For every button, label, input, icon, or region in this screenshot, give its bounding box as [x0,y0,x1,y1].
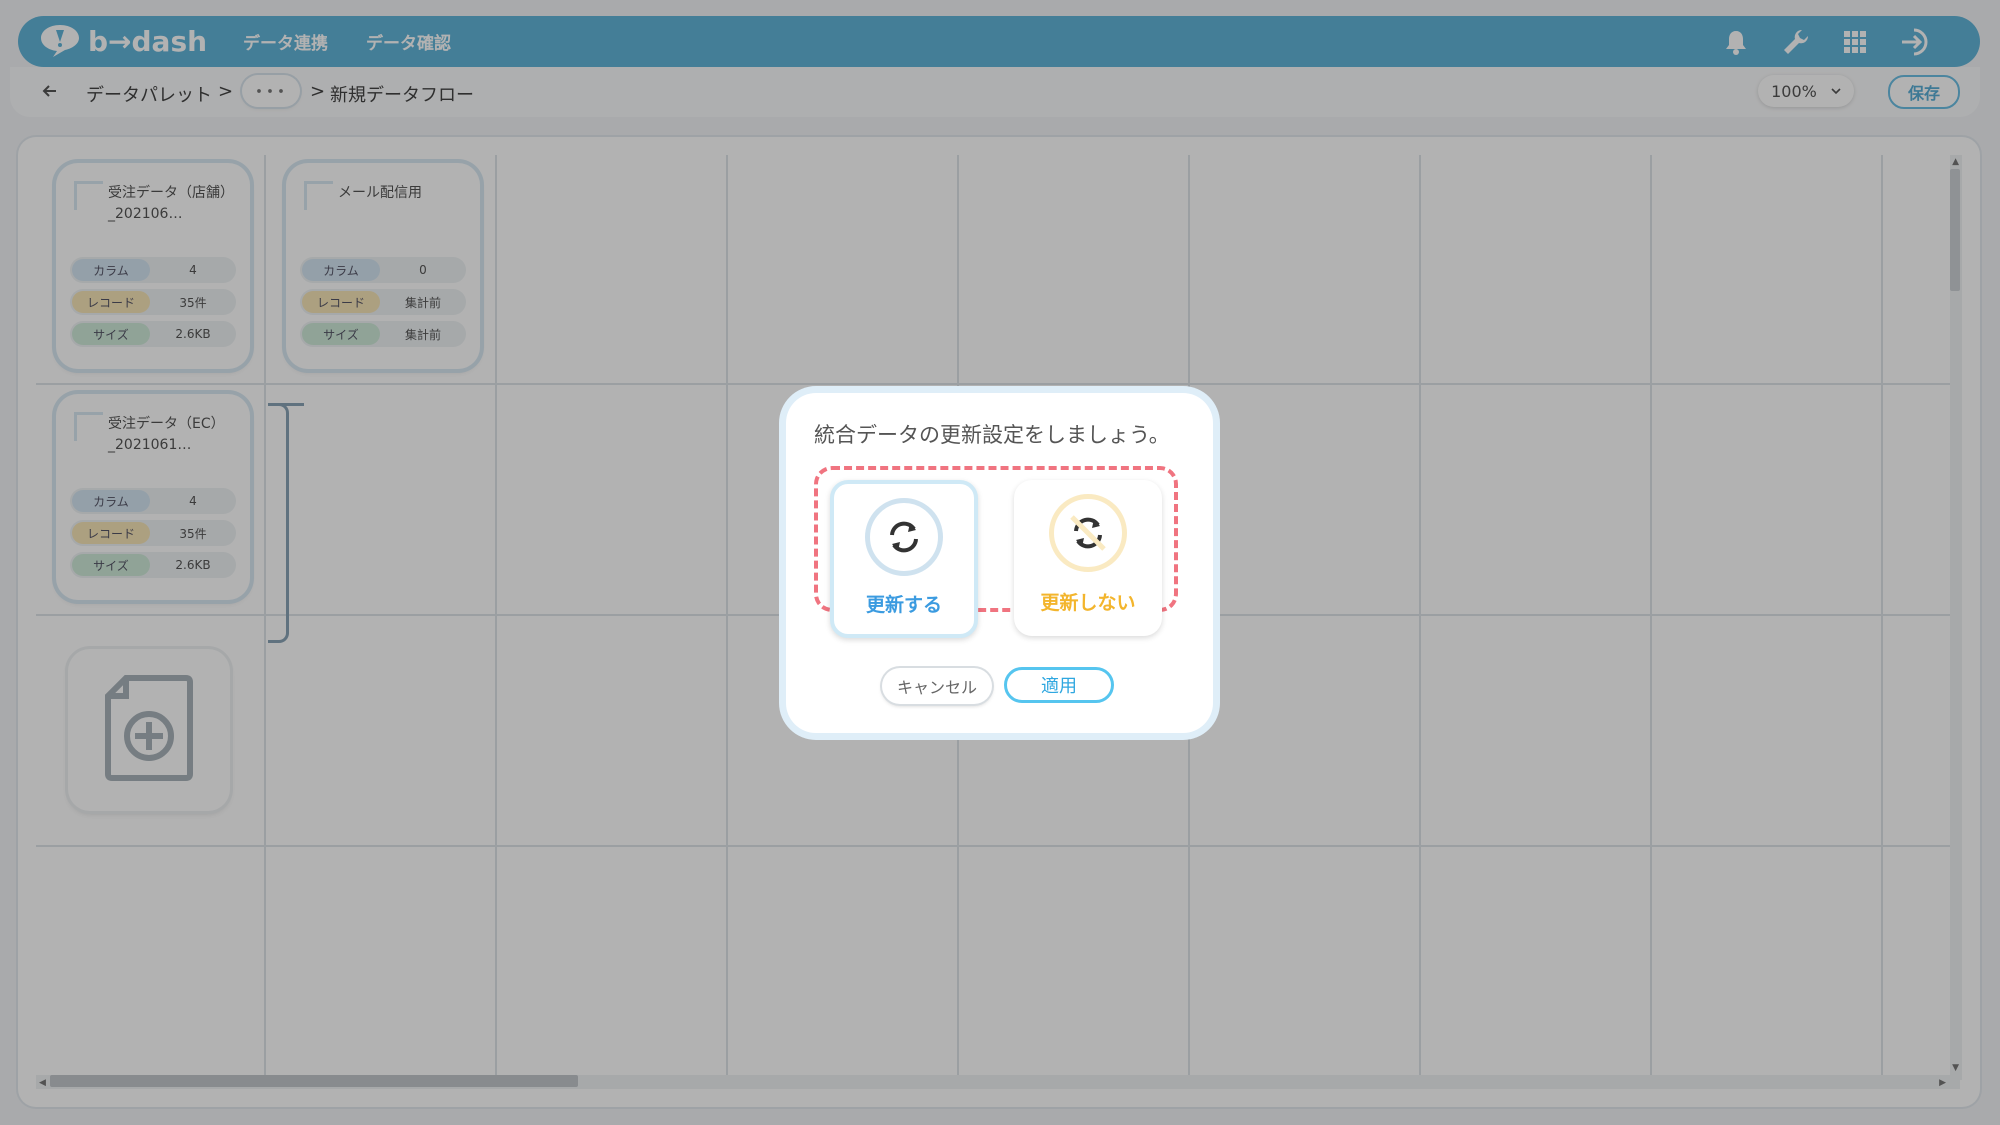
option-no-update-label: 更新しない [1040,592,1136,614]
apply-button[interactable]: 適用 [1004,667,1114,703]
option-update-label: 更新する [865,594,942,616]
update-settings-modal: 統合データの更新設定をしましょう。 更新する 更新しない キャンセル 適用 [786,393,1213,733]
option-no-update[interactable]: 更新しない [1014,480,1162,636]
option-highlight-frame: 更新する 更新しない [814,466,1178,638]
refresh-icon [865,498,943,576]
modal-title: 統合データの更新設定をしましょう。 [814,423,1170,447]
cancel-button[interactable]: キャンセル [882,668,992,704]
no-refresh-icon [1049,494,1127,572]
option-update[interactable]: 更新する [830,480,978,638]
